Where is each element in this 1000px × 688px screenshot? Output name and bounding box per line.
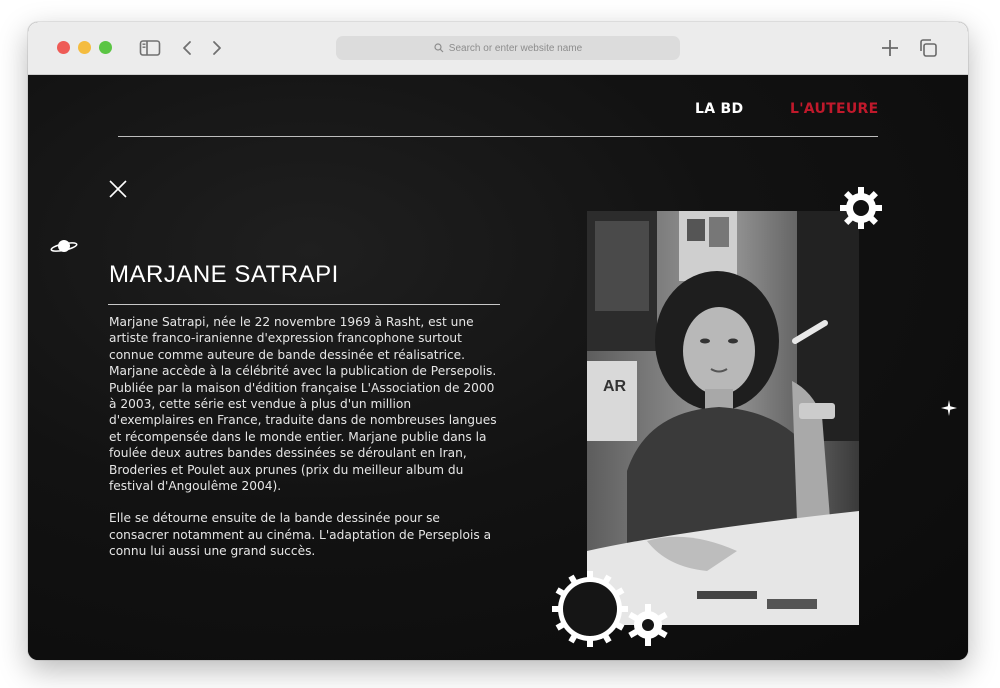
planet-icon [50, 235, 78, 257]
back-icon[interactable] [176, 36, 200, 60]
new-tab-icon[interactable] [878, 36, 902, 60]
author-photo: AR [587, 211, 859, 625]
svg-text:AR: AR [603, 378, 627, 395]
search-icon [434, 43, 444, 53]
small-gear-icon [626, 603, 670, 652]
gear-ring-icon [552, 571, 628, 652]
bio-paragraph: Marjane Satrapi, née le 22 novembre 1969… [109, 315, 474, 362]
page-content: LA BD L'AUTEURE MARJANE SATRAPI Marjane … [28, 75, 968, 660]
author-bio: Marjane Satrapi, née le 22 novembre 1969… [109, 314, 499, 560]
forward-icon[interactable] [204, 36, 228, 60]
bio-paragraph: Marjane accède à la célébrité avec la pu… [109, 364, 497, 494]
address-bar[interactable]: Search or enter website name [336, 36, 680, 60]
close-window-button[interactable] [57, 41, 70, 54]
maximize-window-button[interactable] [99, 41, 112, 54]
browser-toolbar: Search or enter website name [28, 22, 968, 75]
tabs-overview-icon[interactable] [916, 36, 940, 60]
minimize-window-button[interactable] [78, 41, 91, 54]
nav-divider [118, 136, 878, 137]
address-placeholder: Search or enter website name [448, 42, 583, 54]
browser-window: Search or enter website name LA BD L'AUT… [28, 22, 968, 660]
nav-link-la-bd[interactable]: LA BD [695, 101, 743, 117]
title-divider [108, 304, 500, 305]
sidebar-icon[interactable] [138, 36, 162, 60]
bio-paragraph: Elle se détourne ensuite de la bande des… [109, 511, 492, 559]
author-name: MARJANE SATRAPI [109, 261, 339, 288]
gear-icon [838, 185, 884, 236]
close-icon[interactable] [108, 179, 128, 199]
sparkle-icon [941, 400, 957, 416]
nav-link-auteure[interactable]: L'AUTEURE [790, 101, 879, 117]
